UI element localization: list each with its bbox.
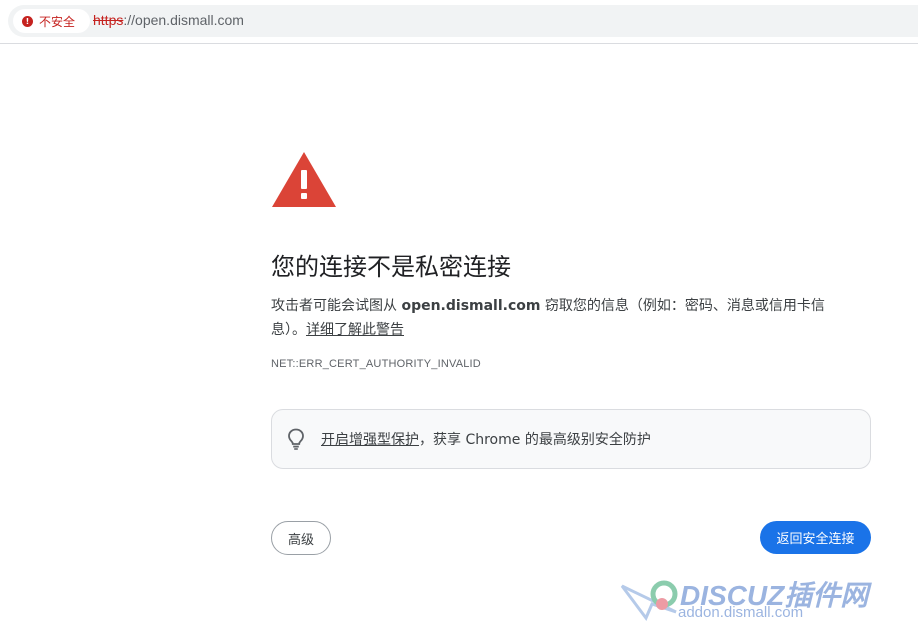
explanation-prefix: 攻击者可能会试图从 xyxy=(271,298,402,314)
back-to-safety-button[interactable]: 返回安全连接 xyxy=(760,521,871,554)
learn-more-link[interactable]: 详细了解此警告 xyxy=(306,322,404,338)
url-scheme: https xyxy=(93,12,124,28)
enhanced-protection-promo: 开启增强型保护，获享 Chrome 的最高级别安全防护 xyxy=(271,409,871,469)
enable-enhanced-protection-link[interactable]: 开启增强型保护 xyxy=(321,432,419,448)
security-label: 不安全 xyxy=(39,14,76,29)
promo-rest: ，获享 Chrome 的最高级别安全防护 xyxy=(419,432,651,448)
page-title: 您的连接不是私密连接 xyxy=(271,253,511,281)
watermark-logo-icon xyxy=(620,580,678,621)
omnibox[interactable]: ! 不安全 https://open.dismall.com xyxy=(8,5,918,37)
url-text[interactable]: https://open.dismall.com xyxy=(93,12,244,28)
advanced-button[interactable]: 高级 xyxy=(271,521,331,555)
error-code: NET::ERR_CERT_AUTHORITY_INVALID xyxy=(271,358,481,370)
not-secure-icon: ! xyxy=(22,15,33,27)
warning-triangle-icon xyxy=(272,152,336,207)
promo-text: 开启增强型保护，获享 Chrome 的最高级别安全防护 xyxy=(321,429,651,449)
watermark: DISCUZ插件网 addon.dismall.com xyxy=(620,572,918,634)
url-host: ://open.dismall.com xyxy=(123,12,244,28)
lightbulb-icon xyxy=(288,428,304,450)
watermark-domain: addon.dismall.com xyxy=(678,604,804,621)
site-host: open.dismall.com xyxy=(401,298,541,314)
address-bar: ! 不安全 https://open.dismall.com xyxy=(0,0,918,44)
security-indicator-chip[interactable]: ! 不安全 xyxy=(13,9,90,33)
explanation-paragraph: 攻击者可能会试图从 open.dismall.com 窃取您的信息（例如：密码、… xyxy=(271,294,856,342)
